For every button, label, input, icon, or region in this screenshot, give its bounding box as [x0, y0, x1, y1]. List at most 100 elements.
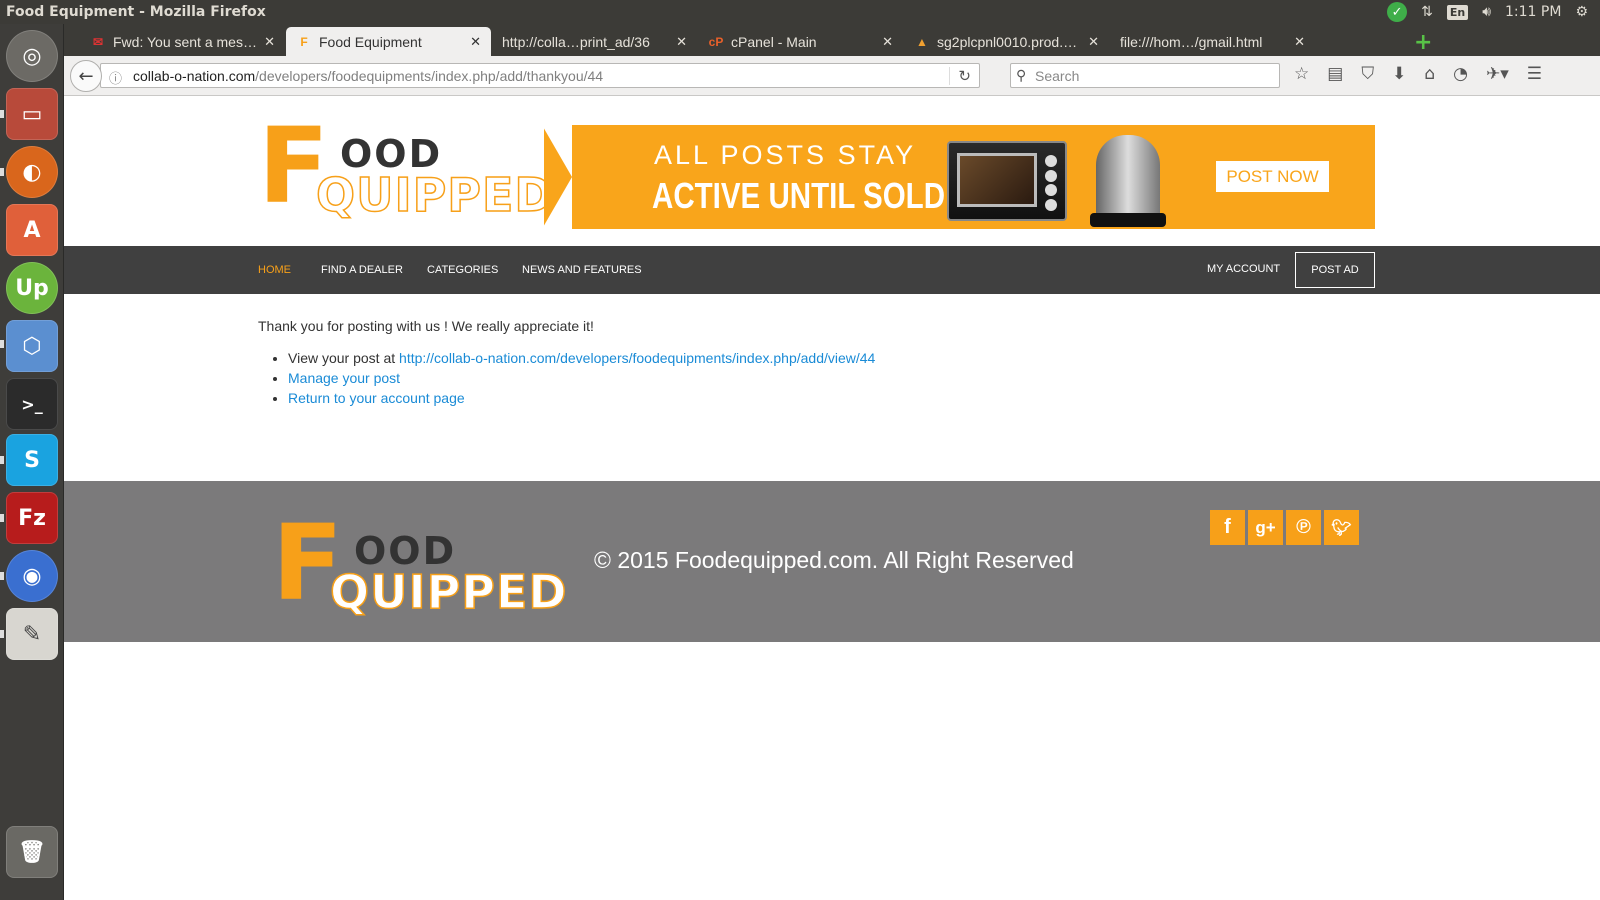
- downloads-icon[interactable]: ⬇: [1392, 64, 1406, 84]
- banner-subheadline: ACTIVE UNTIL SOLD: [652, 175, 946, 216]
- bookmark-star-icon[interactable]: ☆: [1294, 64, 1309, 84]
- search-input[interactable]: ⚲ Search: [1010, 63, 1280, 88]
- system-top-panel: Food Equipment - Mozilla Firefox ✓ ⇅ En …: [0, 0, 1600, 24]
- footer-logo[interactable]: F OOD QUIPPED: [272, 511, 567, 621]
- twitter-icon[interactable]: 🐦︎: [1324, 510, 1359, 545]
- nav-news-and-features[interactable]: NEWS AND FEATURES: [522, 264, 642, 276]
- reading-list-icon[interactable]: ▤: [1327, 64, 1343, 84]
- pinterest-icon[interactable]: ℗: [1286, 510, 1321, 545]
- tab-print-ad[interactable]: http://colla…print_ad/36 ✕: [492, 27, 697, 56]
- tab-title: Food Equipment: [319, 33, 422, 50]
- banner-headline: ALL POSTS STAY: [654, 140, 917, 170]
- close-tab-icon[interactable]: ✕: [1294, 34, 1305, 50]
- tab-title: Fwd: You sent a mes…: [113, 33, 257, 50]
- running-indicator: [0, 168, 4, 176]
- hamburger-menu-icon[interactable]: ☰: [1527, 64, 1542, 84]
- toolbar-icons: ☆ ▤ ⛉ ⬇ ⌂ ◔ ✈▾ ☰: [1294, 64, 1542, 84]
- google-plus-icon[interactable]: g+: [1248, 510, 1283, 545]
- manage-post-link[interactable]: Manage your post: [288, 370, 400, 386]
- tab-gmail-html[interactable]: file:///hom…/gmail.html ✕: [1110, 27, 1315, 56]
- logo-bottom-text: QUIPPED: [329, 564, 568, 620]
- nav-categories[interactable]: CATEGORIES: [427, 264, 498, 276]
- facebook-icon[interactable]: f: [1210, 510, 1245, 545]
- kettle-image: [1090, 135, 1166, 227]
- running-indicator: [0, 340, 4, 348]
- close-tab-icon[interactable]: ✕: [882, 34, 893, 50]
- tab-title: cPanel - Main: [731, 33, 817, 50]
- address-bar[interactable]: ⓘ collab-o-nation.com/developers/foodequ…: [100, 63, 980, 88]
- next-steps-list: View your post at http://collab-o-nation…: [288, 348, 875, 408]
- close-tab-icon[interactable]: ✕: [470, 34, 481, 50]
- close-tab-icon[interactable]: ✕: [264, 34, 275, 50]
- filezilla-icon[interactable]: Fz: [6, 492, 58, 544]
- volume-icon[interactable]: 🔊︎: [1482, 4, 1491, 20]
- tab-title: http://colla…print_ad/36: [502, 33, 650, 50]
- firefox-icon[interactable]: ◐: [6, 146, 58, 198]
- virtualbox-icon[interactable]: ⬡: [6, 320, 58, 372]
- url-path: /developers/foodequipments/index.php/add…: [255, 67, 604, 84]
- window-title: Food Equipment - Mozilla Firefox: [6, 4, 266, 20]
- site-logo[interactable]: F OOD QUIPPED: [258, 114, 553, 224]
- unity-launcher: ◎ ▭ ◐ A Up ⬡ >_ S Fz ◉ ✎ 🗑︎: [0, 24, 64, 900]
- extension-icon[interactable]: ✈▾: [1486, 64, 1509, 84]
- pocket-icon[interactable]: ⛉: [1361, 64, 1374, 84]
- web-page: F OOD QUIPPED ALL POSTS STAY ACTIVE UNTI…: [64, 96, 1600, 900]
- search-icon: ⚲: [1016, 67, 1027, 83]
- upwork-icon[interactable]: Up: [6, 262, 58, 314]
- clock[interactable]: 1:11 PM: [1505, 4, 1561, 20]
- running-indicator: [0, 572, 4, 580]
- banner-notch: [544, 125, 572, 229]
- home-icon[interactable]: ⌂: [1424, 64, 1435, 84]
- running-indicator: [0, 514, 4, 522]
- network-transfer-icon[interactable]: ⇅: [1421, 4, 1433, 20]
- reload-icon[interactable]: ↻: [949, 67, 971, 85]
- text-editor-icon[interactable]: ✎: [6, 608, 58, 660]
- cpanel-icon: cP: [708, 34, 724, 49]
- close-tab-icon[interactable]: ✕: [1088, 34, 1099, 50]
- gmail-icon: ✉: [92, 34, 104, 49]
- tab-sg2plcpnl[interactable]: ▲ sg2plcpnl0010.prod.… ✕: [904, 27, 1109, 56]
- keyboard-language-indicator[interactable]: En: [1446, 4, 1469, 20]
- file-manager-icon[interactable]: ▭: [6, 88, 58, 140]
- tab-cpanel[interactable]: cP cPanel - Main ✕: [698, 27, 903, 56]
- copyright-text: © 2015 Foodequipped.com. All Right Reser…: [594, 547, 1074, 573]
- chromium-icon[interactable]: ◉: [6, 550, 58, 602]
- terminal-icon[interactable]: >_: [6, 378, 58, 430]
- skype-icon[interactable]: S: [6, 434, 58, 486]
- running-indicator: [0, 110, 4, 118]
- list-item: Manage your post: [288, 368, 875, 388]
- list-item: View your post at http://collab-o-nation…: [288, 348, 875, 368]
- software-center-icon[interactable]: A: [6, 204, 58, 256]
- post-now-button[interactable]: POST NOW: [1216, 161, 1329, 192]
- nav-find-a-dealer[interactable]: FIND A DEALER: [321, 264, 403, 276]
- post-ad-button[interactable]: POST AD: [1295, 252, 1375, 288]
- tab-title: file:///hom…/gmail.html: [1120, 33, 1263, 50]
- main-navigation: HOME FIND A DEALER CATEGORIES NEWS AND F…: [64, 246, 1600, 294]
- site-identity-icon[interactable]: ⓘ: [109, 68, 122, 87]
- trash-icon[interactable]: 🗑︎: [6, 826, 58, 878]
- thank-you-message: Thank you for posting with us ! We reall…: [258, 318, 875, 408]
- view-post-link[interactable]: http://collab-o-nation.com/developers/fo…: [399, 350, 875, 366]
- system-tray: ✓ ⇅ En 🔊︎ 1:11 PM ⚙: [1387, 2, 1600, 22]
- dash-home-icon[interactable]: ◎: [6, 30, 58, 82]
- return-account-link[interactable]: Return to your account page: [288, 390, 465, 406]
- back-button[interactable]: ←: [70, 60, 102, 92]
- tab-title: sg2plcpnl0010.prod.…: [937, 33, 1078, 50]
- new-tab-plus-icon[interactable]: +: [1414, 30, 1432, 55]
- tab-gmail[interactable]: ✉ Fwd: You sent a mes… ✕: [80, 27, 285, 56]
- logo-bottom-text: QUIPPED: [315, 167, 554, 223]
- tab-food-equipment[interactable]: F Food Equipment ✕: [286, 27, 491, 56]
- chat-icon[interactable]: ◔: [1453, 64, 1468, 84]
- list-item: Return to your account page: [288, 388, 875, 408]
- toaster-oven-image: [947, 141, 1067, 221]
- thank-you-text: Thank you for posting with us ! We reall…: [258, 318, 594, 334]
- url-domain: collab-o-nation.com: [133, 67, 256, 84]
- running-indicator: [0, 630, 4, 638]
- nav-my-account[interactable]: MY ACCOUNT: [1207, 263, 1280, 275]
- update-check-icon[interactable]: ✓: [1387, 2, 1408, 22]
- running-indicator: [0, 456, 4, 464]
- settings-gear-icon[interactable]: ⚙: [1575, 4, 1588, 20]
- promo-banner[interactable]: ALL POSTS STAY ACTIVE UNTIL SOLD POST NO…: [544, 125, 1375, 229]
- close-tab-icon[interactable]: ✕: [676, 34, 687, 50]
- nav-home[interactable]: HOME: [258, 264, 291, 276]
